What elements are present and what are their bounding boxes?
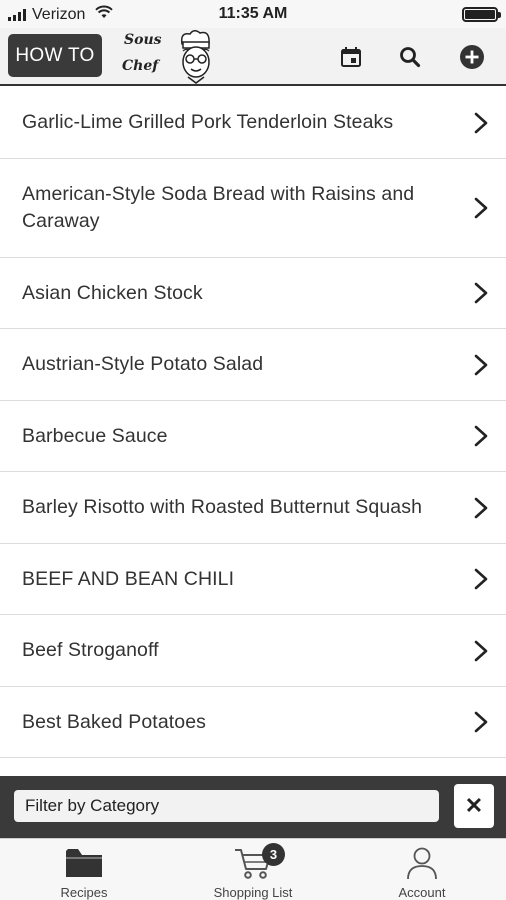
recipe-title: Best Baked Potatoes: [22, 710, 207, 733]
tab-account[interactable]: Account: [338, 839, 506, 900]
chevron-right-icon: [474, 497, 488, 518]
how-to-button[interactable]: HOW TO: [8, 34, 102, 77]
chevron-right-icon: [474, 425, 488, 447]
recipe-row-barley-risotto[interactable]: Barley Risotto with Roasted Butternut Sq…: [0, 472, 506, 544]
recipe-list: Garlic-Lime Grilled Pork Tenderloin Stea…: [0, 87, 506, 775]
category-filter-input[interactable]: Filter by Category: [14, 790, 439, 822]
recipe-row-asian-chicken-stock[interactable]: Asian Chicken Stock: [0, 258, 506, 329]
chevron-right-icon: [474, 568, 488, 590]
chevron-right-icon: [474, 197, 488, 219]
status-bar: Verizon 11:35 AM: [0, 0, 506, 28]
recipe-row-soda-bread[interactable]: American-Style Soda Bread with Raisins a…: [0, 159, 506, 258]
recipe-row-austrian-potato-salad[interactable]: Austrian-Style Potato Salad: [0, 329, 506, 401]
add-circle-icon[interactable]: [457, 42, 487, 72]
tab-bar: Recipes 3 Shopping List Account: [0, 838, 506, 900]
close-icon: ✕: [464, 793, 484, 818]
recipe-row-barbecue-sauce[interactable]: Barbecue Sauce: [0, 401, 506, 472]
filter-bar: Filter by Category ✕: [0, 776, 506, 838]
recipe-title: Barbecue Sauce: [22, 424, 168, 447]
recipe-title: Beef Stroganoff: [22, 639, 159, 661]
recipe-row-beef-stroganoff[interactable]: Beef Stroganoff: [0, 615, 506, 687]
recipe-title: Barley Risotto with Roasted Butternut Sq…: [22, 496, 423, 518]
logo-text-sous: Sous: [124, 32, 162, 48]
tab-label: Account: [398, 885, 446, 900]
search-icon[interactable]: [395, 42, 425, 72]
recipe-title: Asian Chicken Stock: [22, 281, 203, 304]
app-header: HOW TO Sous Chef: [0, 28, 506, 86]
chevron-right-icon: [474, 354, 488, 375]
person-icon: [407, 847, 437, 880]
shopping-count-badge: 3: [262, 843, 285, 866]
recipe-row-beef-bean-chili[interactable]: BEEF AND BEAN CHILI: [0, 544, 506, 615]
sous-chef-logo: Sous Chef: [118, 28, 228, 84]
chevron-right-icon: [474, 112, 488, 133]
clear-filter-button[interactable]: ✕: [454, 784, 494, 828]
recipe-title: Austrian-Style Potato Salad: [22, 353, 264, 375]
recipe-row-best-baked-potatoes[interactable]: Best Baked Potatoes: [0, 687, 506, 758]
status-time: 11:35 AM: [218, 5, 288, 22]
logo-text-chef: Chef: [122, 58, 159, 74]
battery-icon: [462, 7, 501, 22]
tab-label: Shopping List: [213, 885, 293, 900]
chevron-right-icon: [474, 282, 488, 304]
calendar-icon[interactable]: [336, 42, 366, 72]
tab-shopping-list[interactable]: 3 Shopping List: [169, 839, 337, 900]
chevron-right-icon: [474, 711, 488, 733]
tab-label: Recipes: [60, 885, 108, 900]
recipe-row-partial[interactable]: [0, 758, 506, 775]
recipe-title: Garlic-Lime Grilled Pork Tenderloin Stea…: [22, 111, 394, 133]
tab-recipes[interactable]: Recipes: [0, 839, 168, 900]
chef-face-icon: [180, 30, 210, 84]
recipe-row-garlic-lime-pork[interactable]: Garlic-Lime Grilled Pork Tenderloin Stea…: [0, 87, 506, 159]
folder-icon: [66, 849, 102, 877]
chevron-right-icon: [474, 640, 488, 661]
recipe-title: BEEF AND BEAN CHILI: [22, 567, 235, 590]
recipe-title: American-Style Soda Bread with Raisins a…: [22, 183, 415, 232]
